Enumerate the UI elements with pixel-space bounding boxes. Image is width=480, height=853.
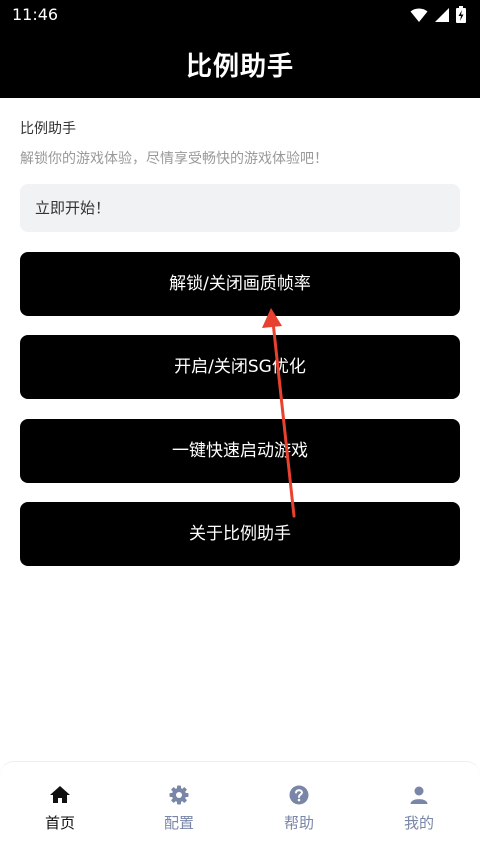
start-now-box[interactable]: 立即开始！ <box>20 184 460 232</box>
nav-item-help[interactable]: 帮助 <box>259 784 339 833</box>
nav-label-help: 帮助 <box>283 814 314 832</box>
home-icon <box>50 786 70 803</box>
nav-item-config[interactable]: 配置 <box>139 784 219 833</box>
wifi-icon <box>410 8 428 22</box>
signal-icon <box>435 7 449 22</box>
gear-icon <box>169 785 189 805</box>
app-bar: 比例助手 <box>0 30 480 98</box>
app-screen: 11:46 比例助手 比例助手 解锁你的游戏体验，尽情享受畅快的游戏体验吧！ 立… <box>0 0 480 853</box>
toggle-quality-framerate-button[interactable]: 解锁/关闭画质帧率 <box>20 252 460 316</box>
status-bar: 11:46 <box>0 0 480 30</box>
nav-item-home[interactable]: 首页 <box>20 784 100 833</box>
nav-label-config: 配置 <box>163 814 194 832</box>
quick-launch-game-button[interactable]: 一键快速启动游戏 <box>20 419 460 483</box>
page-title: 比例助手 <box>185 52 294 82</box>
user-icon <box>410 786 428 804</box>
status-icons <box>410 6 466 23</box>
intro-description: 解锁你的游戏体验，尽情享受畅快的游戏体验吧！ <box>20 151 328 167</box>
nav-item-mine[interactable]: 我的 <box>379 784 459 833</box>
nav-label-home: 首页 <box>44 814 75 832</box>
intro-title: 比例助手 <box>20 121 76 137</box>
toggle-sg-optimization-button[interactable]: 开启/关闭SG优化 <box>20 335 460 399</box>
battery-icon <box>456 6 466 23</box>
nav-label-mine: 我的 <box>403 814 434 832</box>
help-circle-icon <box>289 785 309 805</box>
about-button[interactable]: 关于比例助手 <box>20 502 460 566</box>
status-time: 11:46 <box>12 5 59 24</box>
bottom-nav: 首页 配置 帮助 我的 <box>0 761 480 853</box>
